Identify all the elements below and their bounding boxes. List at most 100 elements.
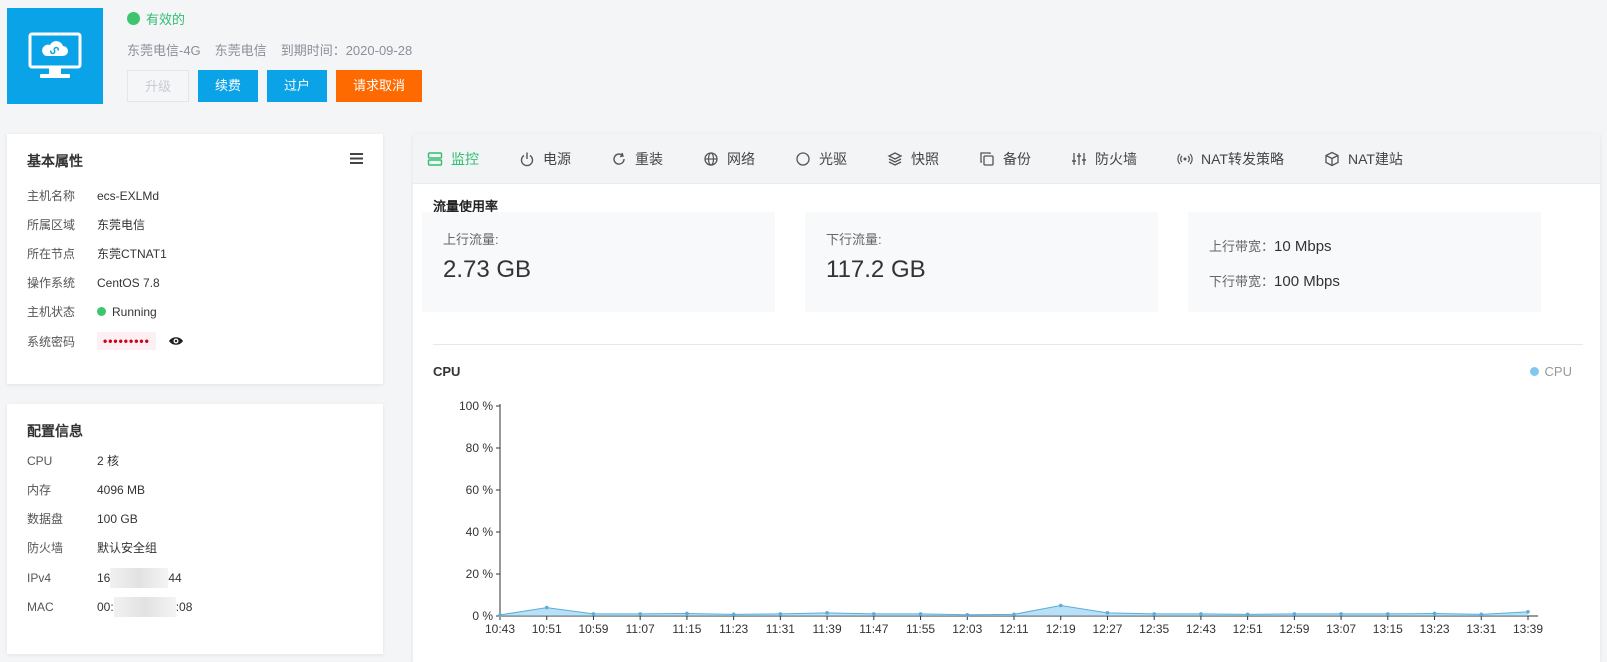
x-tick-label: 11:39 (813, 622, 842, 636)
property-key: 系统密码 (27, 334, 76, 349)
down-bw-label: 下行带宽： (1209, 274, 1275, 289)
legend-label: CPU (1544, 364, 1572, 379)
download-bandwidth: 下行带宽：100 Mbps (1209, 271, 1340, 290)
config-key: CPU (27, 453, 53, 468)
tab-snapshot[interactable]: 快照 (887, 149, 939, 169)
x-tick-label: 12:03 (952, 622, 982, 636)
config-key: MAC (27, 600, 54, 614)
x-tick-label: 11:31 (766, 622, 795, 636)
tab-nat-site[interactable]: NAT建站 (1324, 149, 1403, 169)
section-divider (433, 344, 1583, 345)
layers-icon (887, 151, 903, 166)
tab-label: 防火墙 (1095, 150, 1137, 167)
tab-nat-forward[interactable]: NAT转发策略 (1177, 149, 1284, 169)
monitor-panel: 监控 电源 重装 网络 光驱 快照 备份 防火墙 NAT转发策略 NAT建站 流… (413, 134, 1600, 662)
tab-monitor[interactable]: 监控 (427, 149, 479, 169)
config-row: CPU 2 核 (27, 452, 119, 469)
property-key: 所属区域 (27, 218, 76, 232)
mac-value: 00::08 (97, 597, 192, 617)
y-tick-label: 0 % (472, 609, 493, 623)
config-row: MAC 00::08 (27, 597, 192, 617)
cpu-chart: 0 % 20 % 40 % 60 % 80 % 100 % 10:43 10:51 10:59 1… (459, 399, 1543, 636)
instance-status: 有效的 (127, 9, 185, 28)
request-cancel-button[interactable]: 请求取消 (336, 70, 423, 102)
property-row: 所属区域 东莞电信 (27, 216, 145, 233)
tab-cdrom[interactable]: 光驱 (795, 149, 847, 169)
basic-properties-card: 基本属性 主机名称 ecs-EXLMd 所属区域 东莞电信 所在节点 东莞CTN… (7, 134, 383, 384)
transfer-button[interactable]: 过户 (267, 70, 328, 102)
property-row: 系统密码 ••••••••• (27, 332, 184, 350)
region-value: 东莞电信 (97, 218, 146, 232)
cpu-point (544, 605, 549, 610)
menu-icon[interactable] (350, 153, 363, 164)
x-tick-label: 13:23 (1420, 622, 1450, 636)
cpu-point (778, 612, 783, 616)
cube-icon (1325, 151, 1339, 166)
refresh-icon (613, 152, 625, 165)
instance-meta: 东莞电信-4G 东莞电信 到期时间：2020-09-28 (127, 40, 412, 59)
chart-legend[interactable]: CPU (1529, 364, 1572, 379)
tab-network[interactable]: 网络 (703, 149, 755, 169)
cpu-point (1292, 612, 1297, 616)
x-tick-label: 13:39 (1513, 622, 1543, 636)
os-value: CentOS 7.8 (97, 275, 160, 290)
ipv4-prefix: 16 (97, 571, 111, 585)
y-tick-label: 60 % (466, 483, 494, 497)
tab-label: 网络 (727, 150, 755, 167)
x-tick-label: 12:35 (1139, 622, 1169, 636)
cpu-point (1058, 603, 1063, 608)
config-key: 防火墙 (27, 541, 64, 555)
card-title: 配置信息 (27, 423, 83, 439)
x-tick-label: 11:15 (672, 622, 701, 636)
cpu-point (825, 611, 829, 615)
mac-suffix: :08 (175, 600, 193, 614)
property-row: 所在节点 东莞CTNAT1 (27, 245, 167, 262)
action-buttons: 升级 续费 过户 请求取消 (127, 70, 423, 102)
tab-power[interactable]: 电源 (519, 149, 571, 169)
cpu-point (918, 612, 923, 616)
status-text: 有效的 (146, 12, 186, 27)
x-tick-label: 12:43 (1186, 622, 1216, 636)
property-key: 操作系统 (27, 276, 76, 290)
cpu-point (1012, 612, 1016, 617)
cpu-point (1386, 612, 1390, 616)
cpu-point (731, 612, 736, 617)
config-key: IPv4 (27, 571, 52, 585)
x-tick-label: 10:51 (532, 622, 562, 636)
y-tick-label: 80 % (466, 441, 494, 455)
download-label: 下行流量: (826, 232, 882, 247)
masked-password: ••••••••• (97, 332, 156, 350)
redacted-block (113, 597, 176, 617)
region-text: 东莞电信 (214, 43, 267, 58)
x-tick-label: 12:27 (1092, 622, 1122, 636)
config-key: 数据盘 (27, 512, 64, 526)
upload-traffic-card: 上行流量: 2.73 GB (422, 212, 775, 312)
cpu-point (1479, 612, 1484, 617)
broadcast-icon (1177, 153, 1193, 164)
upload-value: 2.73 GB (443, 256, 532, 283)
tab-label: NAT转发策略 (1201, 150, 1284, 167)
eye-icon[interactable] (168, 335, 184, 347)
upload-label: 上行流量: (443, 232, 499, 247)
renew-button[interactable]: 续费 (198, 70, 259, 102)
instance-header: 有效的 东莞电信-4G 东莞电信 到期时间：2020-09-28 升级 续费 过… (0, 0, 1607, 112)
tab-backup[interactable]: 备份 (979, 149, 1031, 169)
firewall-value: 默认安全组 (97, 541, 158, 555)
upload-bandwidth: 上行带宽：10 Mbps (1209, 236, 1332, 255)
legend-swatch (1529, 367, 1539, 376)
running-dot-icon (97, 307, 106, 316)
config-info-card: 配置信息 CPU 2 核 内存 4096 MB 数据盘 100 GB 防火墙 默… (7, 404, 383, 654)
config-key: 内存 (27, 483, 52, 497)
node-value: 东莞CTNAT1 (97, 247, 167, 261)
cpu-point (965, 612, 970, 617)
property-key: 主机状态 (27, 305, 76, 319)
cpu-point (498, 613, 502, 617)
bandwidth-card: 上行带宽：10 Mbps 下行带宽：100 Mbps (1188, 212, 1541, 312)
disk-value: 100 GB (97, 511, 138, 526)
config-row: 数据盘 100 GB (27, 510, 138, 527)
ipv4-suffix: 44 (168, 571, 182, 585)
download-traffic-card: 下行流量: 117.2 GB (805, 212, 1158, 312)
tab-firewall[interactable]: 防火墙 (1071, 149, 1137, 169)
tab-reinstall[interactable]: 重装 (611, 149, 663, 169)
cpu-point (685, 611, 689, 616)
